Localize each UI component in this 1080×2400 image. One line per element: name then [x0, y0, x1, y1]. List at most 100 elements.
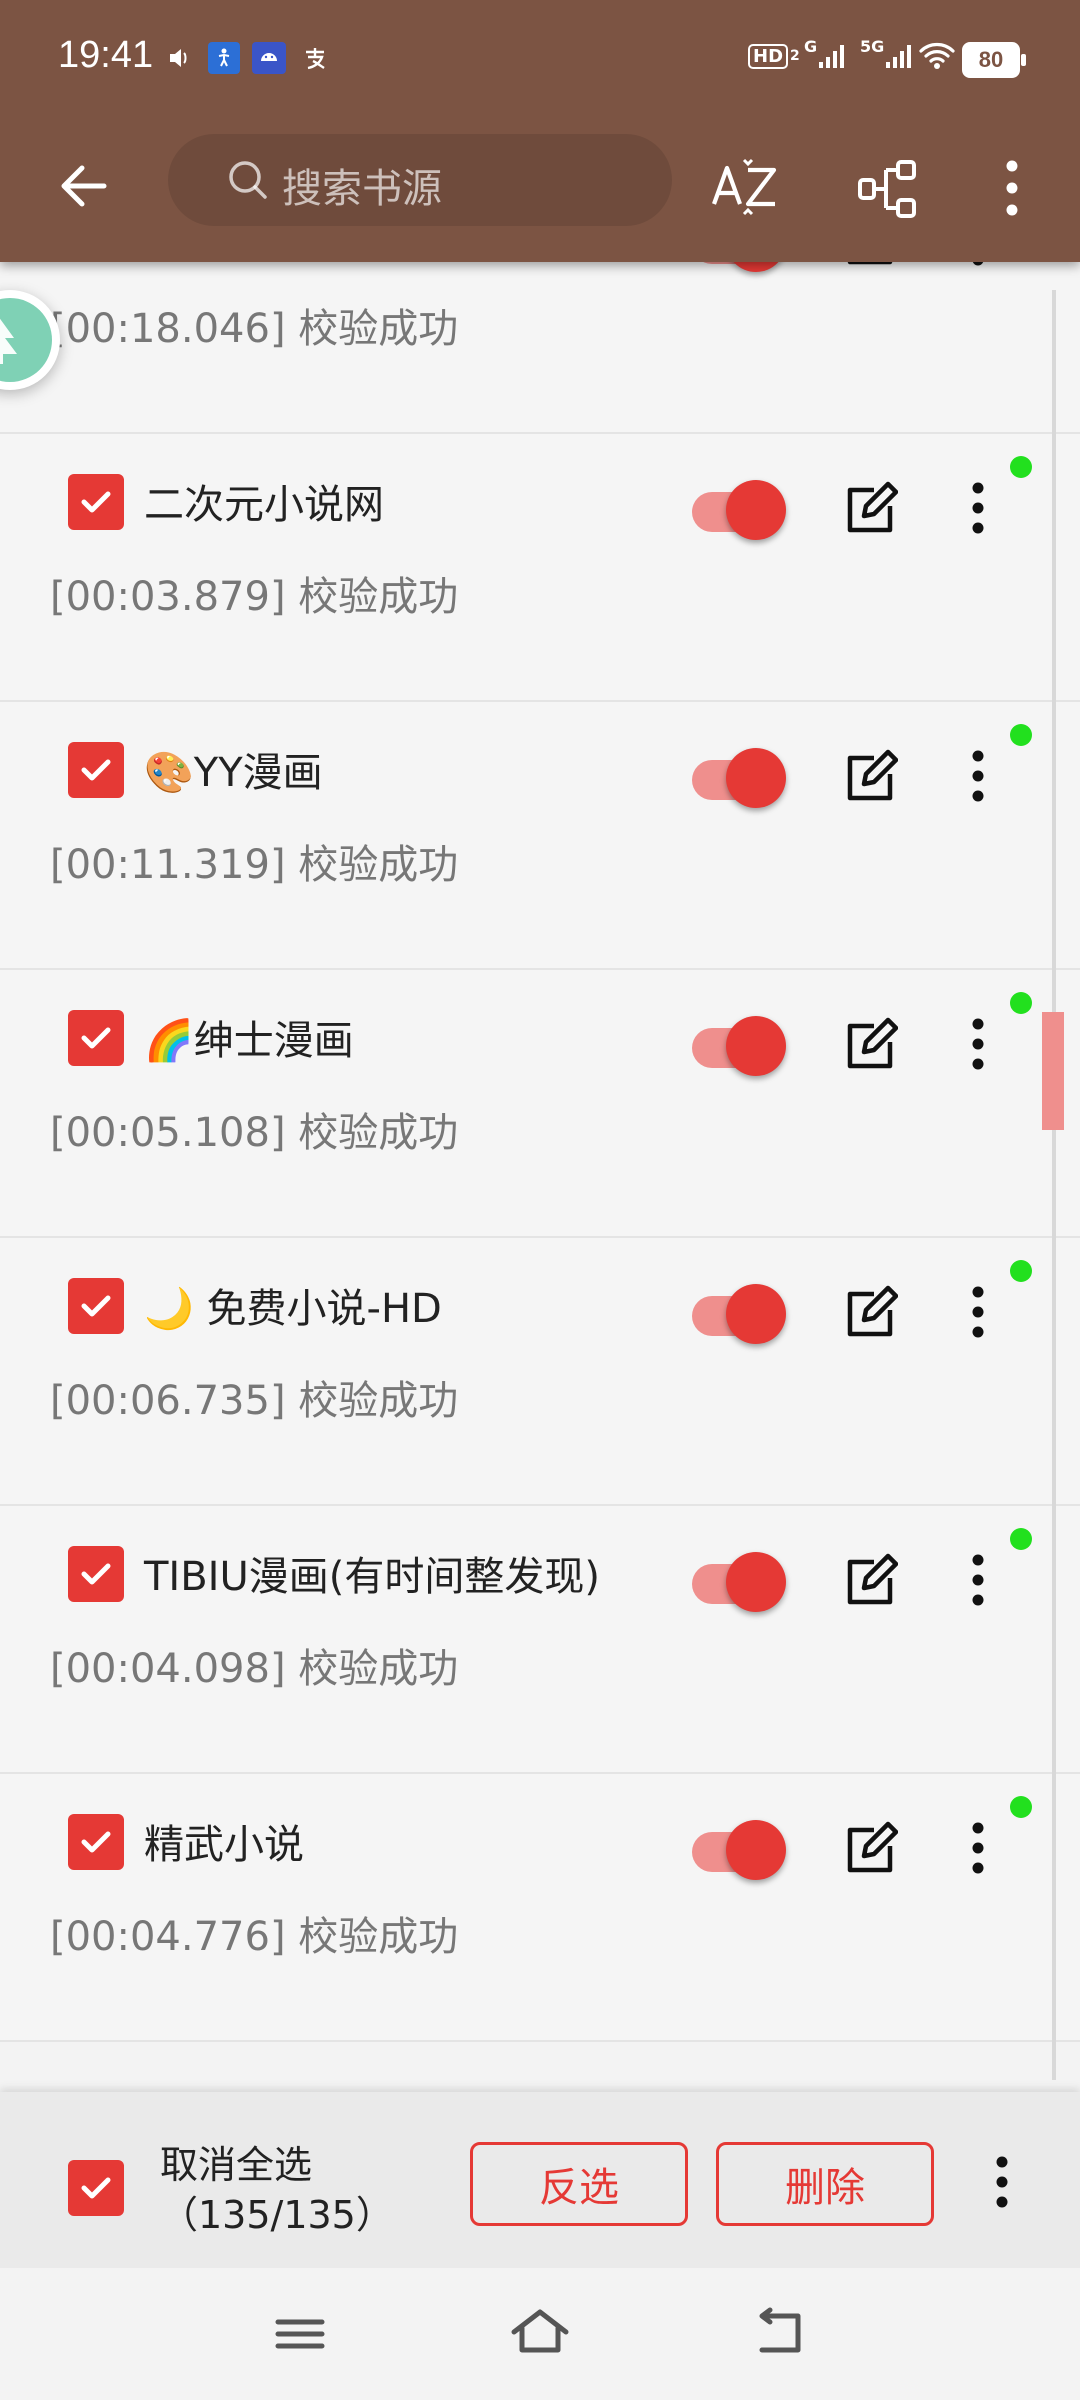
edit-button[interactable] [842, 746, 899, 806]
check-icon [81, 2177, 111, 2199]
overflow-menu-button[interactable] [990, 148, 1034, 228]
row-more-button[interactable] [960, 262, 996, 272]
selection-count: （135/135） [160, 2193, 394, 2237]
more-vert-icon [1006, 160, 1018, 216]
source-name: 二次元小说网 [144, 482, 384, 528]
row-checkbox[interactable] [68, 742, 124, 798]
row-checkbox[interactable] [68, 474, 124, 530]
enable-switch[interactable] [690, 478, 790, 540]
online-status-dot [1010, 1796, 1032, 1818]
enable-switch[interactable] [690, 1818, 790, 1880]
enable-switch[interactable] [690, 1014, 790, 1076]
home-button[interactable] [508, 2304, 572, 2364]
edit-button[interactable] [842, 262, 898, 270]
switch-thumb [726, 262, 786, 272]
more-vert-icon [972, 750, 984, 802]
source-row[interactable]: 全本同人 [00:18.046] 校验成功 [0, 262, 1080, 434]
cellular-signal-2-icon: 5G [860, 37, 914, 74]
source-name: 🌙 免费小说-HD [144, 1286, 442, 1332]
book-source-list[interactable]: 全本同人 [00:18.046] 校验成功 二次元小说网 [00:03.879]… [0, 262, 1080, 2092]
edit-button[interactable] [842, 478, 899, 538]
edit-button[interactable] [842, 1014, 899, 1074]
edit-icon [847, 1821, 899, 1873]
wifi-icon [918, 38, 956, 74]
tree-icon [0, 298, 52, 382]
row-more-button[interactable] [960, 1012, 996, 1076]
online-status-dot [1010, 992, 1032, 1014]
group-icon [858, 160, 916, 218]
source-name: 精武小说 [144, 1822, 304, 1868]
source-check-status: [00:18.046] 校验成功 [50, 306, 459, 352]
source-check-status: [00:11.319] 校验成功 [50, 842, 459, 888]
edit-icon [847, 1553, 899, 1605]
switch-thumb [726, 1016, 786, 1076]
source-row[interactable]: 🌙 免费小说-HD [00:06.735] 校验成功 [0, 1238, 1080, 1506]
source-row[interactable]: 🌈绅士漫画 [00:05.108] 校验成功 [0, 970, 1080, 1238]
check-icon [81, 491, 111, 513]
recent-apps-button[interactable] [268, 2304, 332, 2364]
source-row[interactable]: 🎨YY漫画 [00:11.319] 校验成功 [0, 702, 1080, 970]
edit-icon [847, 262, 893, 265]
select-all-checkbox[interactable] [68, 2160, 124, 2216]
android-icon [252, 42, 286, 74]
source-row[interactable]: 二次元小说网 [00:03.879] 校验成功 [0, 434, 1080, 702]
search-input[interactable]: 搜索书源 [168, 134, 672, 226]
online-status-dot [1010, 1528, 1032, 1550]
edit-button[interactable] [842, 1818, 899, 1878]
edit-button[interactable] [842, 1550, 899, 1610]
row-more-button[interactable] [960, 476, 996, 540]
online-status-dot [1010, 724, 1032, 746]
hd-badge: HD 2 [748, 38, 800, 74]
app-bar: 19:41 HD 2 G 5G 80 搜索书源 [0, 0, 1080, 262]
edit-icon [847, 1017, 899, 1069]
enable-switch[interactable] [690, 262, 790, 272]
bottom-more-button[interactable] [984, 2150, 1020, 2214]
source-row[interactable]: TIBIU漫画(有时间整发现) [00:04.098] 校验成功 [0, 1506, 1080, 1774]
floating-assistant-button[interactable] [0, 290, 60, 390]
group-button[interactable] [848, 148, 928, 228]
scrollbar-thumb[interactable] [1042, 1012, 1064, 1130]
more-vert-icon [996, 2156, 1008, 2208]
edit-icon [847, 749, 899, 801]
edit-button[interactable] [842, 1282, 899, 1342]
accessibility-icon [208, 42, 240, 74]
enable-switch[interactable] [690, 746, 790, 808]
deselect-all-label[interactable]: 取消全选 [160, 2134, 312, 2189]
source-row[interactable]: 精武小说 [00:04.776] 校验成功 [0, 1774, 1080, 2042]
row-checkbox[interactable] [68, 1814, 124, 1870]
search-icon [229, 161, 267, 199]
volume-icon [164, 42, 196, 74]
switch-thumb [726, 748, 786, 808]
search-placeholder: 搜索书源 [282, 166, 442, 212]
row-checkbox[interactable] [68, 1010, 124, 1066]
delete-button[interactable]: 删除 [716, 2142, 934, 2226]
row-checkbox[interactable] [68, 1546, 124, 1602]
source-check-status: [00:04.098] 校验成功 [50, 1646, 459, 1692]
back-button[interactable] [48, 150, 120, 222]
row-more-button[interactable] [960, 1548, 996, 1612]
invert-selection-button[interactable]: 反选 [470, 2142, 688, 2226]
back-nav-button[interactable] [748, 2304, 812, 2364]
row-checkbox[interactable] [68, 1278, 124, 1334]
switch-thumb [726, 1284, 786, 1344]
row-more-button[interactable] [960, 1816, 996, 1880]
scrollbar-track[interactable] [1052, 290, 1056, 2080]
enable-switch[interactable] [690, 1550, 790, 1612]
check-icon [81, 1563, 111, 1585]
row-more-button[interactable] [960, 1280, 996, 1344]
home-icon [511, 2309, 569, 2353]
more-vert-icon [972, 1822, 984, 1874]
enable-switch[interactable] [690, 1282, 790, 1344]
toolbar: 搜索书源 [0, 118, 1080, 262]
more-vert-icon [972, 1286, 984, 1338]
online-status-dot [1010, 1260, 1032, 1282]
arrow-back-icon [61, 165, 107, 207]
bottom-action-bar: 取消全选 （135/135） 反选 删除 [0, 2092, 1080, 2268]
alipay-icon [298, 42, 332, 74]
check-icon [81, 1295, 111, 1317]
source-check-status: [00:05.108] 校验成功 [50, 1110, 459, 1156]
more-vert-icon [972, 1554, 984, 1606]
row-more-button[interactable] [960, 744, 996, 808]
cellular-signal-1-icon: G [804, 37, 847, 74]
sort-button[interactable] [706, 148, 786, 228]
